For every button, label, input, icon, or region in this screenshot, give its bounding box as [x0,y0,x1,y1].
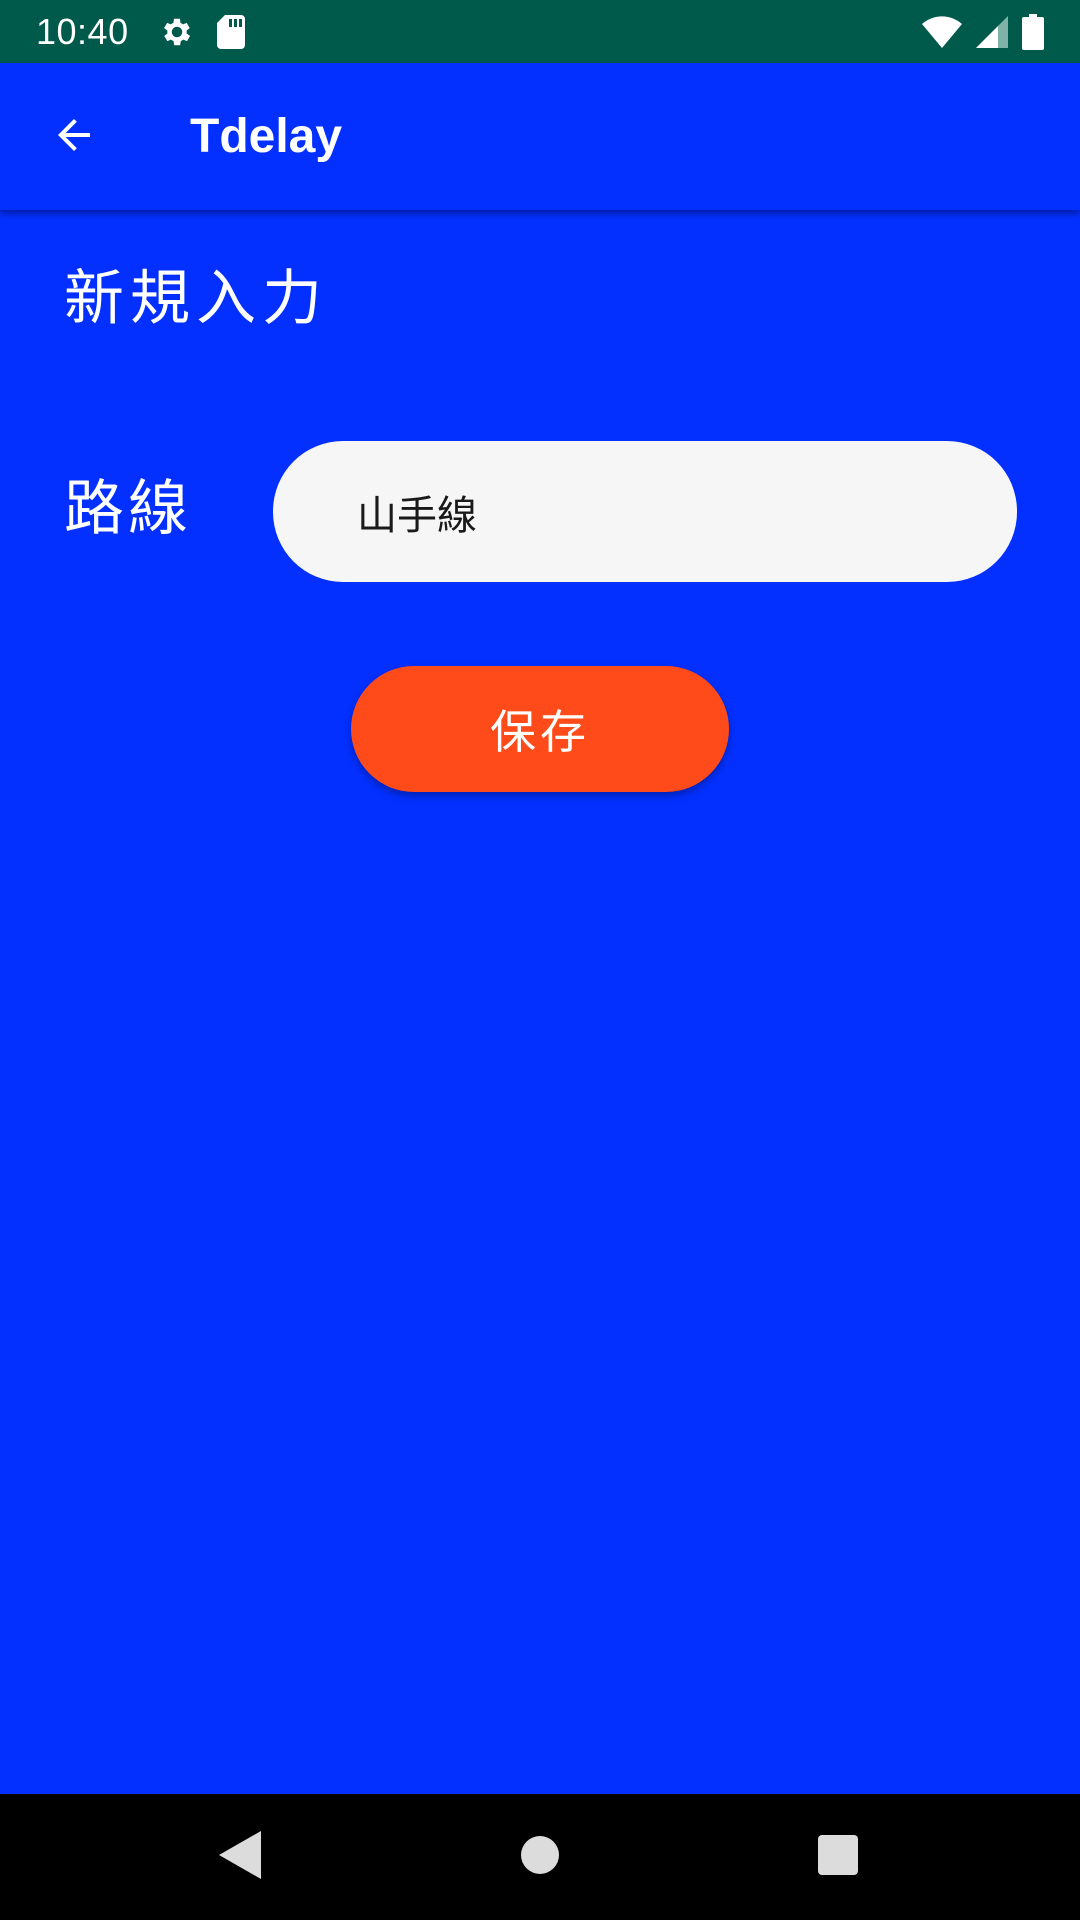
nav-bar [0,1794,1080,1920]
wifi-icon [922,15,962,48]
nav-recents-icon [818,1835,858,1879]
status-left-icons [159,14,245,50]
gear-icon [159,14,195,50]
app-bar: Tdelay [0,63,1080,210]
back-button[interactable] [38,101,110,173]
status-time: 10:40 [36,10,129,52]
status-right-icons [922,13,1044,50]
app-title: Tdelay [190,110,343,163]
nav-recents-button[interactable] [768,1794,908,1920]
nav-home-button[interactable] [470,1794,610,1920]
battery-icon [1022,13,1044,50]
sd-card-icon [216,14,245,49]
nav-back-icon [219,1831,261,1883]
nav-back-button[interactable] [170,1794,310,1920]
arrow-back-icon [50,111,98,163]
section-heading: 新規入力 [64,264,328,334]
cell-signal-icon [976,15,1008,48]
route-input[interactable] [273,441,1017,582]
nav-home-icon [521,1836,559,1878]
save-button[interactable]: 保存 [351,666,729,792]
route-label: 路線 [64,474,192,544]
status-bar: 10:40 [0,0,1080,63]
